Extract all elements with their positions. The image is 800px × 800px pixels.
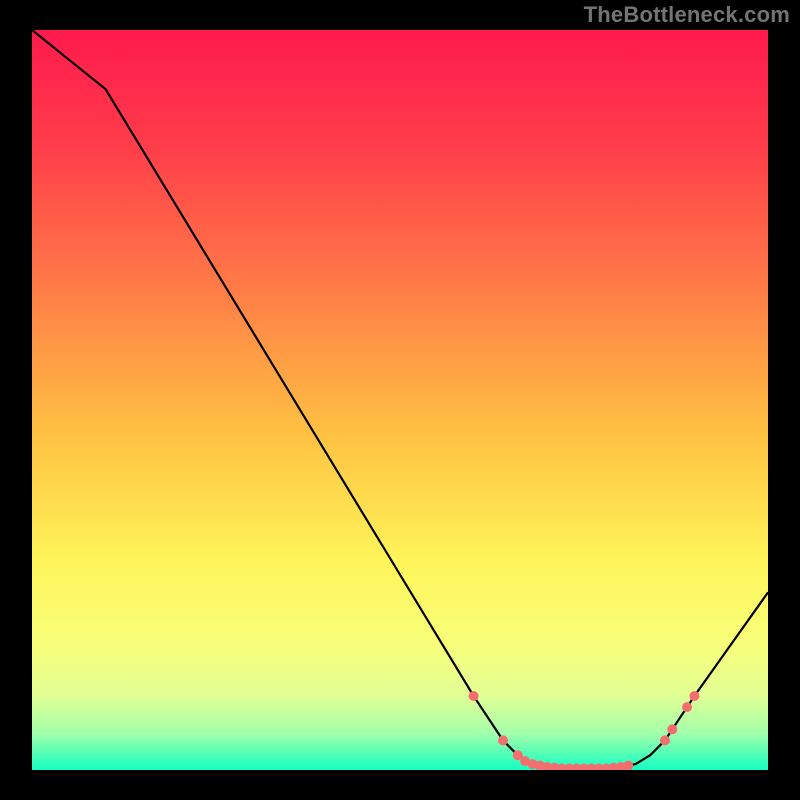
bottleneck-plot [32,30,768,770]
data-marker [469,691,479,701]
attribution-text: TheBottleneck.com [584,2,790,28]
data-marker [667,724,677,734]
gradient-background [32,30,768,770]
chart-frame: TheBottleneck.com [0,0,800,800]
data-marker [689,691,699,701]
data-marker [682,702,692,712]
data-marker [498,735,508,745]
plot-svg [32,30,768,770]
data-marker [660,735,670,745]
